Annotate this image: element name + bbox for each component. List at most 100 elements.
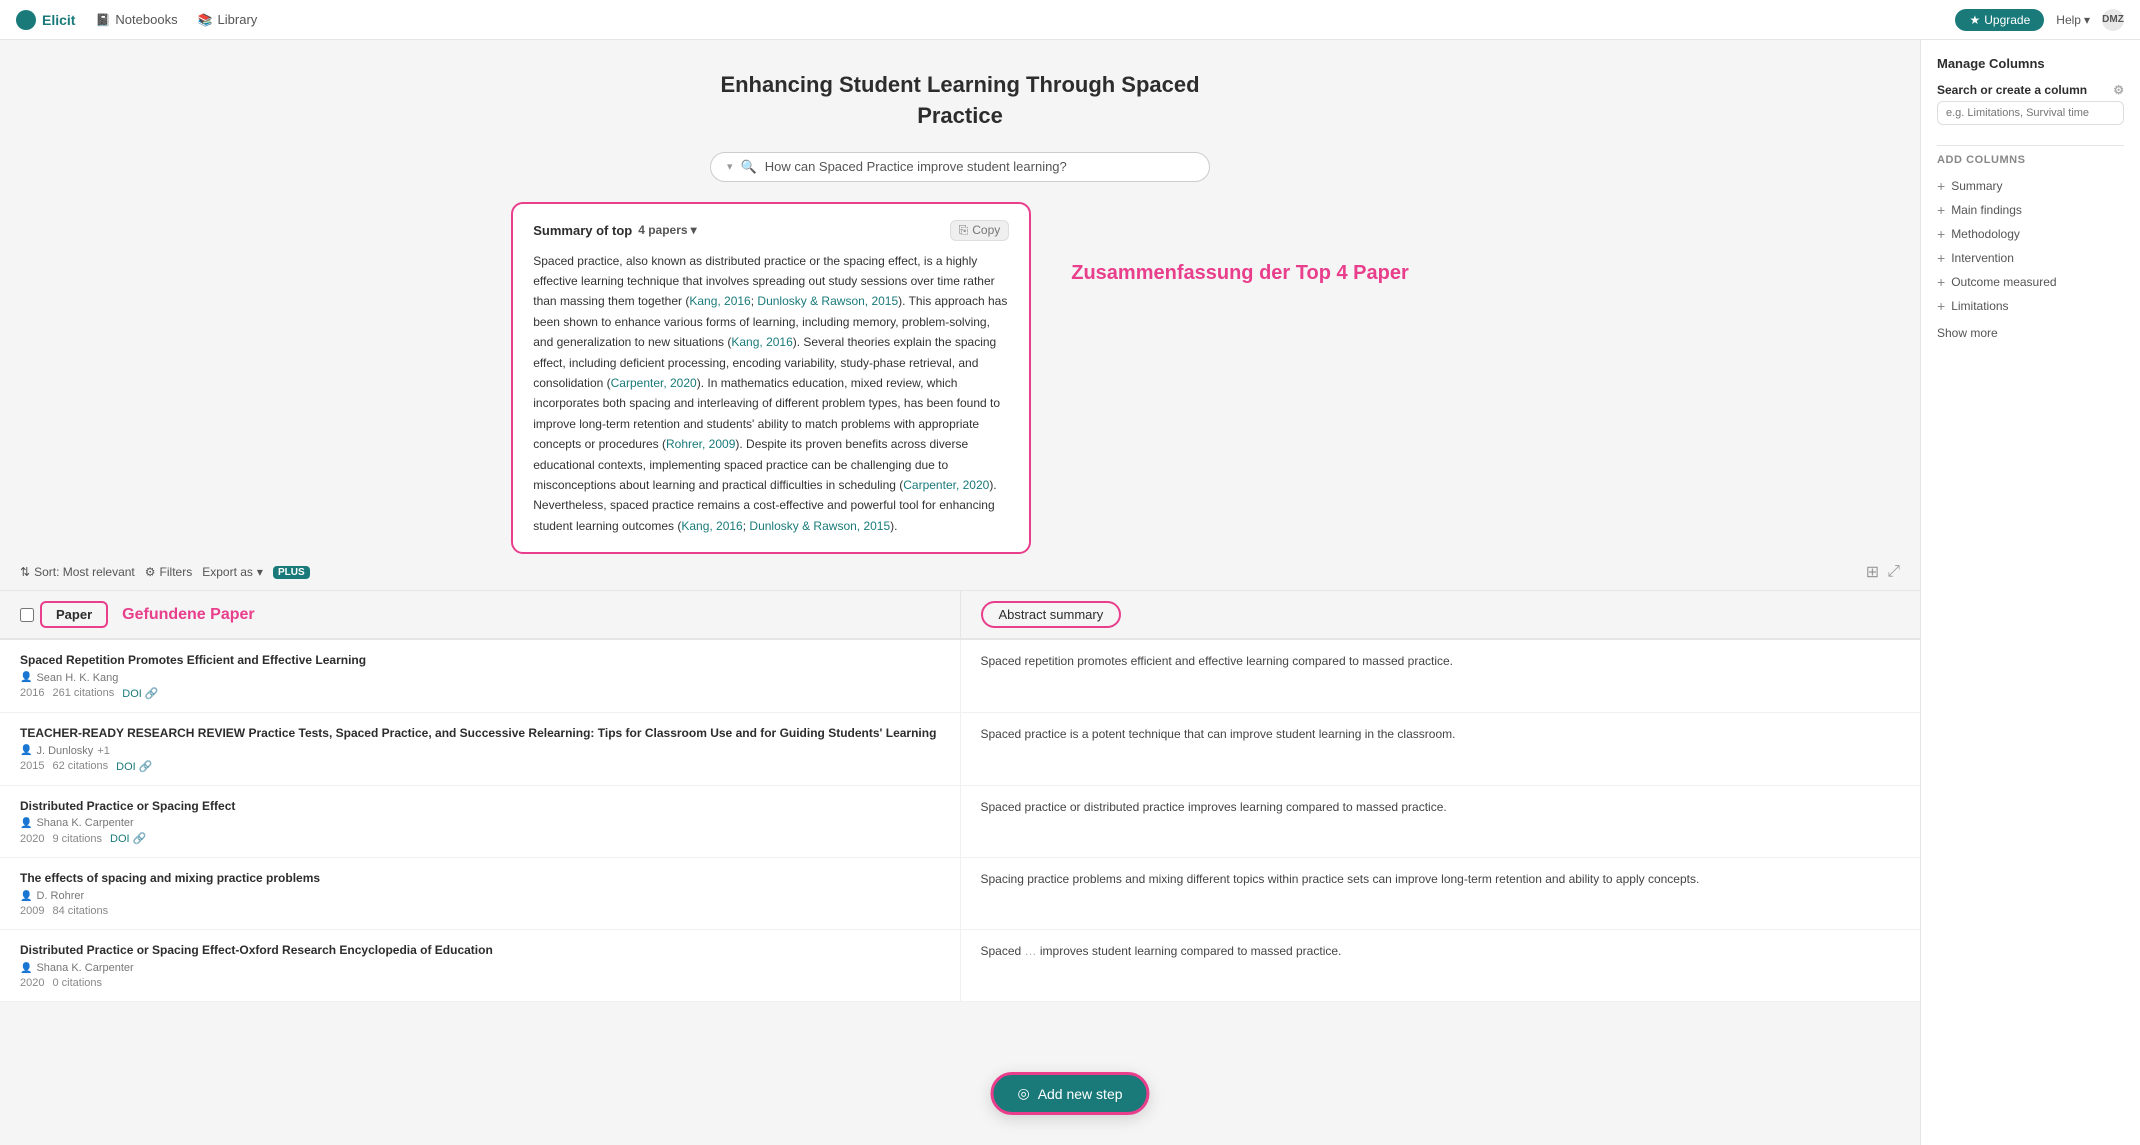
add-icon: + (1937, 250, 1945, 266)
search-icon: 🔍 (741, 159, 757, 175)
copy-button[interactable]: ⎘ Copy (950, 220, 1010, 241)
content-area: Enhancing Student Learning Through Space… (0, 40, 1920, 1145)
citation-kang-2016c[interactable]: Kang, 2016 (681, 519, 742, 533)
nav-left: Elicit 📓 Notebooks 📚 Library (16, 10, 257, 30)
limitations-col-label: Limitations (1951, 299, 2008, 313)
add-methodology-item[interactable]: + Methodology (1937, 222, 2124, 246)
search-column-label: Search or create a column ⚙ (1937, 83, 2124, 97)
paper-meta: 2009 84 citations (20, 905, 940, 917)
abstract-column-header: Abstract summary (961, 591, 1921, 638)
export-button[interactable]: Export as ▾ (202, 565, 263, 579)
paper-title[interactable]: Spaced Repetition Promotes Efficient and… (20, 652, 940, 669)
doi-link[interactable]: DOI 🔗 (116, 760, 152, 773)
papers-count: 4 papers (638, 223, 687, 237)
paper-author: 👤 Shana K. Carpenter (20, 817, 940, 829)
table-row: TEACHER-READY RESEARCH REVIEW Practice T… (0, 713, 1920, 786)
paper-title[interactable]: Distributed Practice or Spacing Effect-O… (20, 942, 940, 959)
toolbar-left: ⇅ Sort: Most relevant ⚙ Filters Export a… (20, 565, 310, 579)
filters-button[interactable]: ⚙ Filters (145, 565, 192, 579)
citation-dunlosky-2015b[interactable]: Dunlosky & Rawson, 2015 (749, 519, 890, 533)
doi-link[interactable]: DOI 🔗 (122, 687, 158, 700)
help-button[interactable]: Help ▾ (2056, 13, 2090, 27)
upgrade-button[interactable]: ★ Upgrade (1955, 9, 2044, 31)
paper-title[interactable]: TEACHER-READY RESEARCH REVIEW Practice T… (20, 725, 940, 742)
citation-dunlosky-2015[interactable]: Dunlosky & Rawson, 2015 (757, 294, 898, 308)
papers-count-badge[interactable]: 4 papers ▾ (638, 223, 696, 237)
library-label: Library (218, 12, 258, 27)
upgrade-label: Upgrade (1984, 13, 2030, 27)
page-title-section: Enhancing Student Learning Through Space… (0, 70, 1920, 132)
export-chevron-icon: ▾ (257, 565, 263, 579)
abstract-cell: Spaced practice or distributed practice … (961, 786, 1921, 858)
abstract-cell: Spaced … improves student learning compa… (961, 930, 1921, 1001)
author-icon: 👤 (20, 818, 32, 829)
author-icon: 👤 (20, 891, 32, 902)
notebooks-link[interactable]: 📓 Notebooks (95, 12, 177, 27)
manage-columns-title: Manage Columns (1937, 56, 2124, 71)
citation-kang-2016b[interactable]: Kang, 2016 (731, 335, 792, 349)
main-content: Enhancing Student Learning Through Space… (0, 40, 2140, 1145)
add-summary-item[interactable]: + Summary (1937, 174, 2124, 198)
expand-view-button[interactable]: ⤢ (1887, 563, 1900, 581)
library-icon: 📚 (198, 13, 213, 27)
abstract-cell: Spaced practice is a potent technique th… (961, 713, 1921, 785)
citation-rohrer-2009[interactable]: Rohrer, 2009 (666, 437, 735, 451)
paper-column-label: Paper (40, 601, 108, 628)
toolbar: ⇅ Sort: Most relevant ⚙ Filters Export a… (0, 554, 1920, 591)
compass-icon: ◎ (1017, 1085, 1029, 1102)
toolbar-right: ⊞ ⤢ (1866, 562, 1900, 582)
paper-meta: 2016 261 citations DOI 🔗 (20, 687, 940, 700)
table-row: Spaced Repetition Promotes Efficient and… (0, 640, 1920, 713)
top-navigation: Elicit 📓 Notebooks 📚 Library ★ Upgrade H… (0, 0, 2140, 40)
divider (1937, 145, 2124, 146)
papers-column: Spaced Repetition Promotes Efficient and… (0, 640, 1920, 1002)
intervention-col-label: Intervention (1951, 251, 2014, 265)
add-new-step-button[interactable]: ◎ Add new step (990, 1072, 1149, 1115)
add-columns-label: ADD COLUMNS (1937, 154, 2124, 166)
gear-icon[interactable]: ⚙ (2113, 83, 2124, 97)
grid-view-button[interactable]: ⊞ (1866, 562, 1879, 582)
add-icon: + (1937, 178, 1945, 194)
star-icon: ★ (1969, 13, 1980, 27)
logo-icon (16, 10, 36, 30)
sort-button[interactable]: ⇅ Sort: Most relevant (20, 565, 135, 579)
table-row: The effects of spacing and mixing practi… (0, 858, 1920, 930)
library-link[interactable]: 📚 Library (198, 12, 258, 27)
nav-right: ★ Upgrade Help ▾ DMZ (1955, 9, 2124, 31)
add-icon: + (1937, 202, 1945, 218)
user-menu-button[interactable]: DMZ (2102, 9, 2124, 31)
add-limitations-item[interactable]: + Limitations (1937, 294, 2124, 318)
copy-label: Copy (972, 223, 1000, 237)
add-main-findings-item[interactable]: + Main findings (1937, 198, 2124, 222)
author-icon: 👤 (20, 963, 32, 974)
summary-text: Spaced practice, also known as distribut… (533, 251, 1009, 536)
export-label: Export as (202, 565, 253, 579)
page-title: Enhancing Student Learning Through Space… (0, 70, 1920, 132)
citation-kang-2016[interactable]: Kang, 2016 (689, 294, 750, 308)
select-all-checkbox[interactable] (20, 608, 34, 622)
paper-title[interactable]: The effects of spacing and mixing practi… (20, 870, 940, 887)
logo[interactable]: Elicit (16, 10, 75, 30)
add-outcome-item[interactable]: + Outcome measured (1937, 270, 2124, 294)
paper-author: 👤 Shana K. Carpenter (20, 962, 940, 974)
doi-link[interactable]: DOI 🔗 (110, 832, 146, 845)
abstract-cell: Spacing practice problems and mixing dif… (961, 858, 1921, 929)
show-more-button[interactable]: Show more (1937, 326, 2124, 340)
summary-box: Summary of top 4 papers ▾ ⎘ Copy Spaced … (511, 202, 1031, 554)
paper-title[interactable]: Distributed Practice or Spacing Effect (20, 798, 940, 815)
paper-cell: The effects of spacing and mixing practi… (0, 858, 961, 929)
citation-carpenter-2020a[interactable]: Carpenter, 2020 (611, 376, 697, 390)
add-icon: + (1937, 226, 1945, 242)
search-bar[interactable]: ▾ 🔍 How can Spaced Practice improve stud… (710, 152, 1210, 182)
paper-cell: TEACHER-READY RESEARCH REVIEW Practice T… (0, 713, 961, 785)
user-initials: DMZ (2102, 14, 2124, 25)
copy-icon: ⎘ (959, 223, 969, 238)
citation-carpenter-2020b[interactable]: Carpenter, 2020 (903, 478, 989, 492)
notebooks-label: Notebooks (115, 12, 177, 27)
paper-author: 👤 D. Rohrer (20, 890, 940, 902)
add-intervention-item[interactable]: + Intervention (1937, 246, 2124, 270)
paper-meta: 2020 0 citations (20, 977, 940, 989)
add-step-label: Add new step (1038, 1086, 1123, 1102)
search-column-input[interactable] (1937, 101, 2124, 125)
table-row: Distributed Practice or Spacing Effect 👤… (0, 786, 1920, 859)
